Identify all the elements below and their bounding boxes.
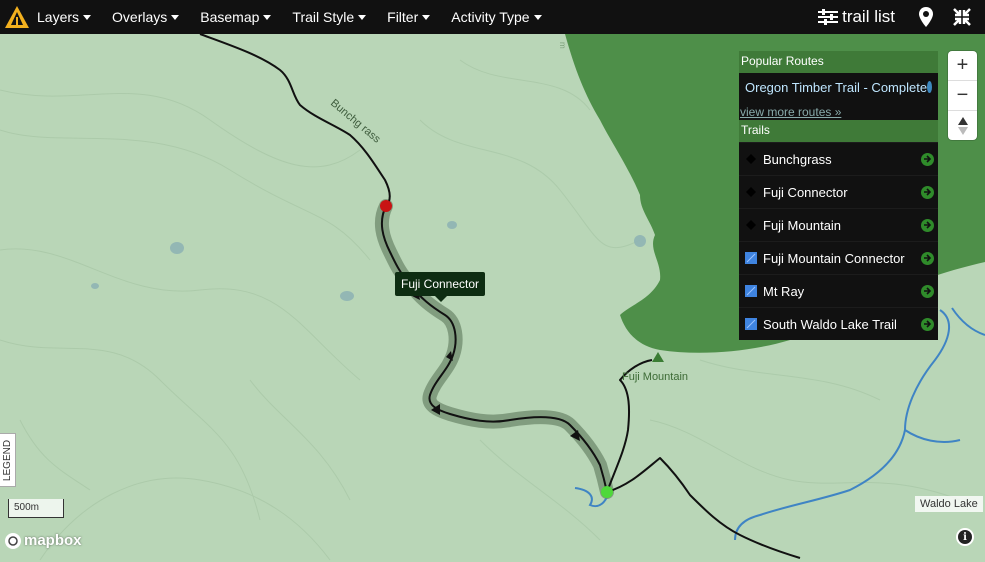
legend-tab[interactable]: LEGEND xyxy=(0,433,16,487)
trail-item-south-waldo-lake-trail[interactable]: South Waldo Lake Trail xyxy=(739,307,938,340)
caret-down-icon xyxy=(533,14,542,20)
collapse-arrows-icon xyxy=(953,8,971,26)
legend-label: LEGEND xyxy=(2,439,13,481)
arrow-right-icon[interactable] xyxy=(921,284,934,298)
blue-square-icon xyxy=(745,318,757,330)
info-button[interactable]: i xyxy=(956,528,974,546)
zoom-out-button[interactable]: − xyxy=(948,81,977,111)
trails-heading: Trails xyxy=(739,120,938,142)
minus-icon: − xyxy=(956,84,969,106)
trail-start-marker[interactable] xyxy=(380,200,392,212)
trail-item-fuji-mountain-connector[interactable]: Fuji Mountain Connector xyxy=(739,241,938,274)
collapse-button[interactable] xyxy=(949,4,975,30)
menu-activity-type-label: Activity Type xyxy=(451,9,530,25)
menu-basemap[interactable]: Basemap xyxy=(200,9,272,25)
menu-basemap-label: Basemap xyxy=(200,9,260,25)
menu-filter-label: Filter xyxy=(387,9,419,25)
trail-label: Bunchgrass xyxy=(763,151,832,167)
black-diamond-icon xyxy=(745,219,757,231)
trail-list-button[interactable]: trail list xyxy=(818,7,895,27)
mapbox-label: mapbox xyxy=(24,532,82,549)
black-diamond-icon xyxy=(745,153,757,165)
trail-item-fuji-connector[interactable]: Fuji Connector xyxy=(739,175,938,208)
arrow-right-icon[interactable] xyxy=(921,152,934,166)
topbar-right-controls: trail list xyxy=(818,0,985,34)
trail-label: Mt Ray xyxy=(763,283,805,299)
black-diamond-icon xyxy=(745,186,757,198)
menu-overlays-label: Overlays xyxy=(112,9,168,25)
arrow-right-icon[interactable] xyxy=(921,185,934,199)
location-pin-button[interactable] xyxy=(913,4,939,30)
arrow-right-icon[interactable] xyxy=(921,317,934,331)
mapbox-logo-icon xyxy=(5,532,21,549)
arrow-right-icon[interactable] xyxy=(921,218,934,232)
trail-end-marker[interactable] xyxy=(601,486,613,498)
trail-item-mt-ray[interactable]: Mt Ray xyxy=(739,274,938,307)
route-go-icon[interactable] xyxy=(927,81,932,93)
menu-trail-style-label: Trail Style xyxy=(292,9,355,25)
trail-tooltip: Fuji Connector xyxy=(395,272,486,302)
blue-square-icon xyxy=(745,252,757,264)
waldo-lake-label: Waldo Lake xyxy=(915,496,983,512)
trail-label: South Waldo Lake Trail xyxy=(763,316,897,332)
sliders-icon xyxy=(818,9,839,25)
menu-layers[interactable]: Layers xyxy=(37,9,92,25)
contour-label: m xyxy=(558,42,567,49)
arrow-right-icon[interactable] xyxy=(921,251,934,265)
view-more-routes-link[interactable]: view more routes » xyxy=(740,105,841,119)
map-pin-icon xyxy=(919,7,933,27)
plus-icon: + xyxy=(956,54,969,76)
blue-square-icon xyxy=(745,285,757,297)
menu-trail-style[interactable]: Trail Style xyxy=(292,9,367,25)
menu-filter[interactable]: Filter xyxy=(387,9,431,25)
trail-label: Fuji Connector xyxy=(763,184,848,200)
info-icon: i xyxy=(958,530,972,544)
caret-down-icon xyxy=(358,14,367,20)
trail-list-label: trail list xyxy=(842,7,895,26)
top-navigation-bar: Layers Overlays Basemap Trail Style Filt… xyxy=(0,0,985,34)
trail-label: Fuji Mountain Connector xyxy=(763,250,905,266)
popular-route-item[interactable]: Oregon Timber Trail - Complete xyxy=(739,73,938,101)
zoom-controls: + − xyxy=(948,51,977,140)
view-more-routes-row: view more routes » xyxy=(739,101,938,120)
menu-layers-label: Layers xyxy=(37,9,80,25)
scale-bar: 500m xyxy=(8,499,64,518)
caret-down-icon xyxy=(171,14,180,20)
trail-label: Fuji Mountain xyxy=(763,217,842,233)
caret-down-icon xyxy=(83,14,92,20)
caret-down-icon xyxy=(422,14,431,20)
menu-overlays[interactable]: Overlays xyxy=(112,9,180,25)
fuji-mountain-label: Fuji Mountain xyxy=(622,371,688,383)
popular-routes-heading: Popular Routes xyxy=(739,51,938,73)
zoom-in-button[interactable]: + xyxy=(948,51,977,81)
trail-panel: Popular Routes Oregon Timber Trail - Com… xyxy=(739,51,938,340)
site-logo-icon[interactable] xyxy=(0,0,34,34)
compass-button[interactable] xyxy=(948,111,977,140)
caret-down-icon xyxy=(263,14,272,20)
mapbox-attribution-logo[interactable]: mapbox xyxy=(5,532,82,549)
menu-activity-type[interactable]: Activity Type xyxy=(451,9,542,25)
trail-item-bunchgrass[interactable]: Bunchgrass xyxy=(739,142,938,175)
popular-route-label: Oregon Timber Trail - Complete xyxy=(745,79,928,95)
trail-item-fuji-mountain[interactable]: Fuji Mountain xyxy=(739,208,938,241)
compass-icon xyxy=(957,116,968,135)
